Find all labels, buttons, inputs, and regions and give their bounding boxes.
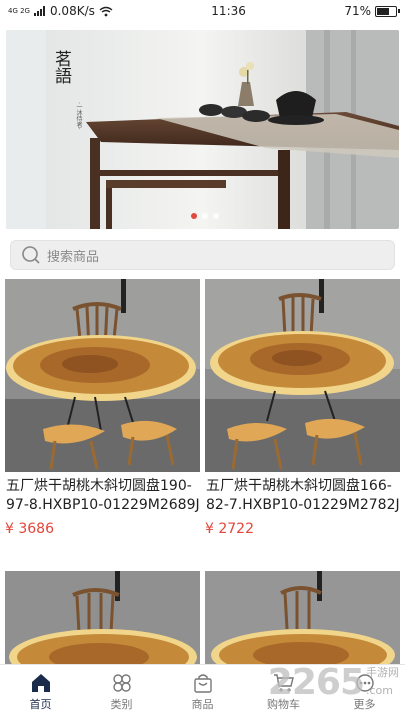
tab-label: 首页 — [29, 698, 52, 711]
product-price: ¥ 2722 — [205, 521, 254, 537]
product-image — [5, 571, 200, 664]
product-image — [205, 571, 400, 664]
carousel-dot[interactable] — [213, 213, 219, 219]
product-name: 五厂烘干胡桃木斜切圆盘190-97-8.HXBP10-01229M2689J71… — [6, 478, 200, 513]
tab-label: 类别 — [110, 698, 133, 711]
product-image — [5, 279, 200, 472]
product-card[interactable] — [205, 571, 400, 664]
carousel-dots — [191, 213, 219, 219]
carousel-dot[interactable] — [191, 213, 197, 219]
tab-more[interactable]: 更多 — [324, 665, 405, 720]
tab-label: 更多 — [353, 698, 376, 711]
banner-title: 茗語 — [51, 50, 71, 84]
product-name: 五厂烘干胡桃木斜切圆盘166-82-7.HXBP10-01229M2782J78… — [206, 478, 400, 513]
tab-category[interactable]: 类别 — [81, 665, 162, 720]
wifi-icon — [99, 6, 113, 16]
network-speed: 0.08K/s — [49, 4, 95, 18]
signal-icon — [33, 6, 45, 16]
product-image — [205, 279, 400, 472]
tab-label: 商品 — [191, 698, 214, 711]
search-icon — [22, 246, 40, 264]
banner-subtitle: ·一沐侍者· — [75, 102, 82, 130]
tab-home[interactable]: 首页 — [0, 665, 81, 720]
category-icon — [112, 674, 131, 692]
product-price: ¥ 3686 — [5, 521, 54, 537]
network-indicator: 4G 2G — [8, 7, 30, 15]
banner-carousel[interactable]: 茗語 ·一沐侍者· — [6, 30, 399, 229]
more-icon — [355, 674, 374, 692]
product-card[interactable]: 五厂烘干胡桃木斜切圆盘190-97-8.HXBP10-01229M2689J71… — [5, 279, 200, 537]
bag-icon — [193, 674, 212, 693]
carousel-dot[interactable] — [202, 213, 208, 219]
tab-label: 购物车 — [267, 698, 300, 711]
home-icon — [31, 674, 50, 692]
bottom-tab-bar: 首页 类别 商品 购物车 更多 — [0, 664, 405, 720]
product-card[interactable]: 五厂烘干胡桃木斜切圆盘166-82-7.HXBP10-01229M2782J78… — [205, 279, 400, 537]
tab-products[interactable]: 商品 — [162, 665, 243, 720]
clock: 11:36 — [211, 4, 246, 18]
tab-cart[interactable]: 购物车 — [243, 665, 324, 720]
product-card[interactable] — [5, 571, 200, 664]
search-placeholder: 搜索商品 — [47, 249, 100, 265]
battery-icon — [374, 5, 400, 17]
battery-fill — [376, 7, 389, 15]
cart-icon — [273, 674, 294, 692]
search-bar[interactable]: 搜索商品 — [10, 240, 395, 270]
status-right: 71% — [344, 4, 400, 18]
status-left: 4G 2G 0.08K/s — [8, 4, 113, 18]
battery-percent: 71% — [344, 4, 371, 18]
status-bar: 4G 2G 0.08K/s 11:36 71% — [0, 0, 405, 22]
